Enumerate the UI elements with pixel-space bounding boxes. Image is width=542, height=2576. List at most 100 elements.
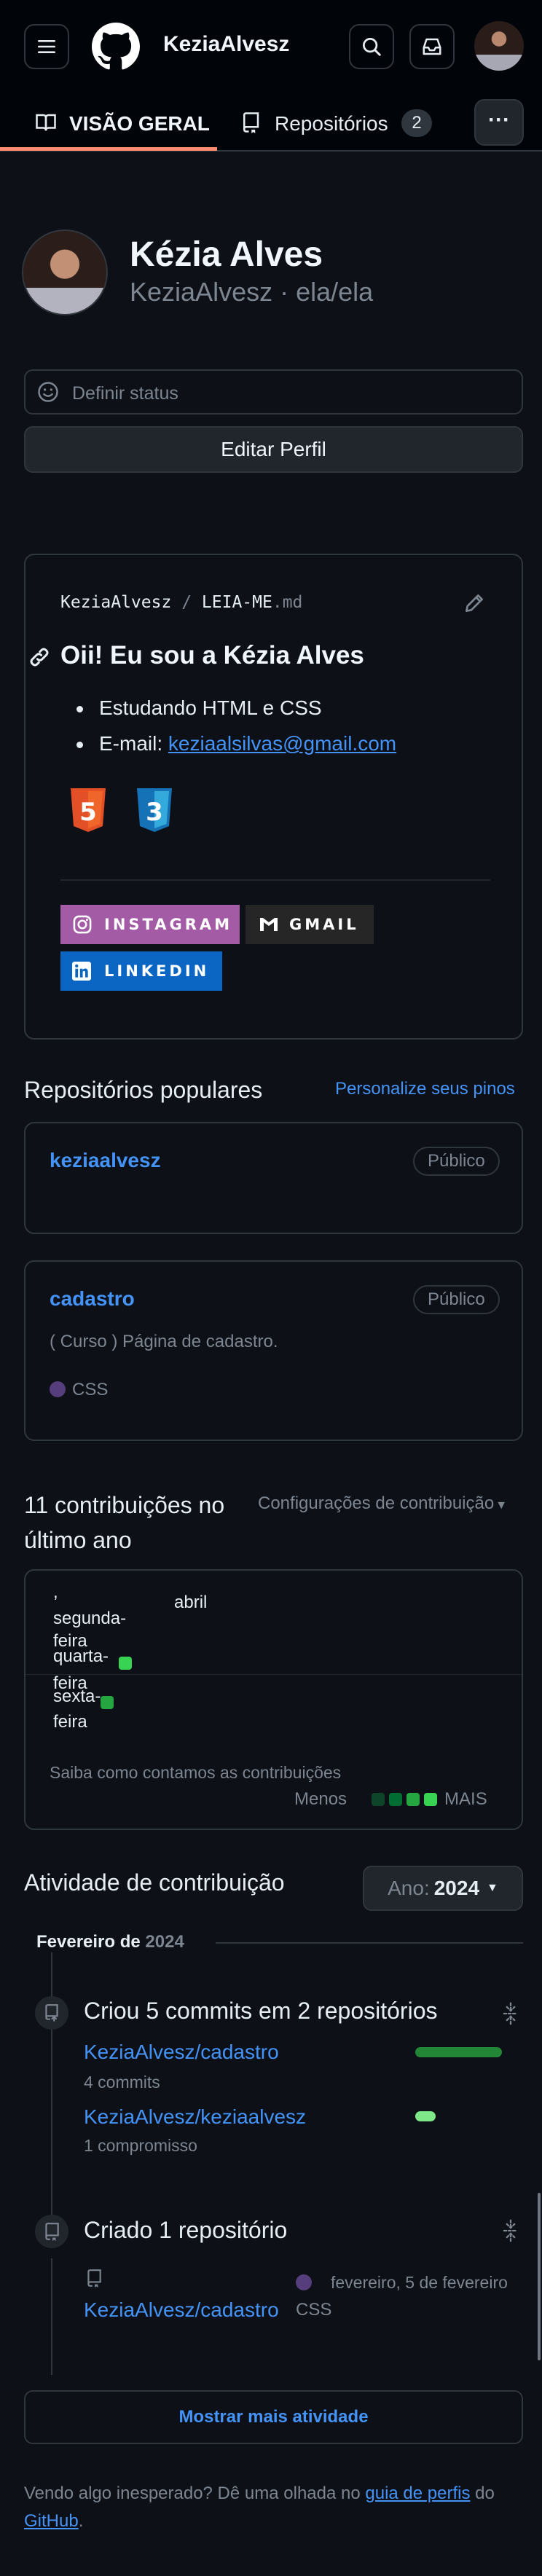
activity-month-label: Fevereiro de bbox=[36, 1932, 141, 1952]
set-status-button[interactable]: Definir status bbox=[24, 369, 523, 415]
contribution-day-cell[interactable] bbox=[119, 1657, 132, 1670]
commit-count: 4 commits bbox=[84, 2073, 160, 2092]
legend-less-label: Menos bbox=[294, 1789, 347, 1809]
day-label-monday: segunda- bbox=[53, 1609, 127, 1628]
contributions-count-title: 11 contribuições no último ano bbox=[24, 1488, 224, 1558]
created-event-icon-wrap bbox=[35, 2215, 68, 2248]
readme-breadcrumb-user[interactable]: KeziaAlvesz bbox=[60, 593, 171, 612]
contributions-title-line1: 11 contribuições no bbox=[24, 1492, 225, 1518]
linkedin-badge[interactable]: LINKEDIN bbox=[60, 951, 222, 991]
customize-pins-link[interactable]: Personalize seus pinos bbox=[335, 1079, 515, 1099]
popular-repos-title: Repositórios populares bbox=[24, 1077, 263, 1103]
month-label-april: abril bbox=[174, 1593, 208, 1612]
readme-breadcrumb-separator: / bbox=[181, 593, 192, 612]
set-status-placeholder: Definir status bbox=[72, 383, 178, 404]
show-more-activity-button[interactable]: Mostrar mais atividade bbox=[24, 2390, 523, 2444]
more-tabs-button[interactable]: ··· bbox=[474, 99, 524, 146]
contribution-learn-link[interactable]: Saiba como contamos as contribuições bbox=[50, 1763, 341, 1783]
visibility-badge: Público bbox=[413, 1147, 500, 1176]
gmail-badge[interactable]: GMAIL bbox=[246, 905, 374, 944]
inbox-icon bbox=[423, 38, 441, 55]
legend-level-3 bbox=[406, 1793, 420, 1806]
github-link[interactable]: GitHub bbox=[24, 2511, 79, 2531]
commit-share-bar bbox=[415, 2047, 502, 2057]
timeline-line bbox=[51, 2258, 52, 2375]
css3-icon: 3 bbox=[137, 788, 172, 832]
legend-level-2 bbox=[389, 1793, 403, 1806]
commits-event-title[interactable]: Criou 5 commits em 2 repositórios bbox=[84, 1998, 437, 2025]
activity-month-year: 2024 bbox=[145, 1932, 184, 1952]
repo-language: CSS bbox=[72, 1380, 109, 1399]
github-logo-icon[interactable] bbox=[92, 23, 140, 71]
menu-button[interactable] bbox=[24, 24, 69, 69]
tab-repositories-label: Repositórios bbox=[275, 112, 388, 135]
inbox-button[interactable] bbox=[409, 24, 455, 69]
readme-email-link[interactable]: keziaalsilvas@gmail.com bbox=[168, 732, 396, 755]
instagram-badge-label: INSTAGRAM bbox=[104, 916, 233, 933]
tab-overview[interactable]: VISÃO GERAL bbox=[0, 95, 218, 152]
repo-card-keziaalvesz: keziaalvesz Público bbox=[24, 1122, 523, 1234]
header-username[interactable]: KeziaAlvesz bbox=[163, 32, 289, 57]
commit-repo-link[interactable]: KeziaAlvesz/cadastro bbox=[84, 2041, 279, 2064]
profile-guide-period: . bbox=[78, 2511, 84, 2531]
repo-name-link[interactable]: keziaalvesz bbox=[50, 1149, 161, 1172]
html5-icon-label: 5 bbox=[79, 798, 97, 827]
header-avatar[interactable] bbox=[474, 21, 524, 71]
linkedin-badge-label: LINKEDIN bbox=[104, 962, 210, 980]
commit-repo-link[interactable]: KeziaAlvesz/keziaalvesz bbox=[84, 2105, 306, 2129]
contributions-title-line2: último ano bbox=[24, 1527, 132, 1553]
edit-profile-label: Editar Perfil bbox=[221, 438, 326, 460]
activity-month-divider bbox=[216, 1942, 523, 1944]
created-repo-link[interactable]: KeziaAlvesz/cadastro bbox=[84, 2298, 279, 2322]
day-label-feira3: feira bbox=[53, 1712, 87, 1732]
repo-card-cadastro: cadastro Público ( Curso ) Página de cad… bbox=[24, 1260, 523, 1441]
search-icon bbox=[363, 38, 381, 56]
legend-level-4 bbox=[424, 1793, 438, 1806]
gmail-icon bbox=[260, 918, 278, 931]
readme-breadcrumb-extension: .md bbox=[272, 593, 303, 612]
readme-bullet-studying-text: Estudando HTML e CSS bbox=[99, 696, 322, 719]
profile-guide-link[interactable]: guia de perfis bbox=[365, 2483, 470, 2503]
readme-heading: Oii! Eu sou a Kézia Alves bbox=[60, 641, 364, 669]
readme-bullet-studying: Estudando HTML e CSS bbox=[76, 696, 322, 720]
scrollbar-thumb[interactable] bbox=[538, 2193, 541, 2360]
profile-guide-text: Vendo algo inesperado? Dê uma olhada no bbox=[24, 2483, 366, 2503]
css3-icon-label: 3 bbox=[146, 798, 163, 827]
contribution-day-cell[interactable] bbox=[101, 1696, 114, 1709]
readme-breadcrumb-file[interactable]: LEIA-ME bbox=[202, 593, 272, 612]
hamburger-menu-icon bbox=[38, 40, 55, 53]
instagram-badge[interactable]: INSTAGRAM bbox=[60, 905, 240, 944]
tab-repositories[interactable]: Repositórios 2 bbox=[240, 95, 437, 152]
comma-label: , bbox=[53, 1582, 58, 1602]
smiley-icon bbox=[38, 382, 58, 402]
legend-more-label: MAIS bbox=[444, 1789, 487, 1809]
fold-icon[interactable] bbox=[501, 2219, 520, 2242]
repo-push-icon bbox=[45, 2004, 58, 2022]
repo-icon bbox=[87, 2269, 101, 2288]
repositories-count-badge: 2 bbox=[401, 109, 432, 137]
activity-month-heading: Fevereiro de 2024 bbox=[36, 1932, 184, 1952]
pencil-icon[interactable] bbox=[463, 592, 486, 615]
link-icon[interactable] bbox=[28, 645, 51, 669]
profile-guide-note: Vendo algo inesperado? Dê uma olhada no … bbox=[24, 2480, 527, 2535]
header-bar: KeziaAlvesz bbox=[0, 0, 542, 95]
book-icon bbox=[36, 114, 56, 131]
readme-bullet-email: E-mail: keziaalsilvas@gmail.com bbox=[76, 732, 396, 755]
kebab-horizontal-icon: ··· bbox=[488, 108, 510, 132]
search-button[interactable] bbox=[349, 24, 394, 69]
visibility-badge: Público bbox=[413, 1285, 500, 1314]
fold-icon[interactable] bbox=[501, 2002, 520, 2025]
repo-name-link[interactable]: cadastro bbox=[50, 1287, 135, 1311]
edit-profile-button[interactable]: Editar Perfil bbox=[24, 426, 523, 473]
profile-name: Kézia Alves bbox=[130, 235, 323, 274]
readme-breadcrumb: KeziaAlvesz / LEIA-ME.md bbox=[60, 593, 302, 612]
contribution-settings-dropdown[interactable]: Configurações de contribuição ▼ bbox=[258, 1493, 507, 1514]
gmail-badge-label: GMAIL bbox=[289, 916, 359, 933]
created-event-title[interactable]: Criado 1 repositório bbox=[84, 2217, 287, 2244]
profile-avatar[interactable] bbox=[22, 229, 108, 315]
year-selector-button[interactable]: Ano: 2024 ▼ bbox=[363, 1866, 523, 1911]
legend-level-1 bbox=[372, 1793, 385, 1806]
tab-active-underline bbox=[0, 147, 217, 151]
language-color-dot bbox=[50, 1381, 66, 1397]
commit-event-icon-wrap bbox=[35, 1996, 68, 2030]
